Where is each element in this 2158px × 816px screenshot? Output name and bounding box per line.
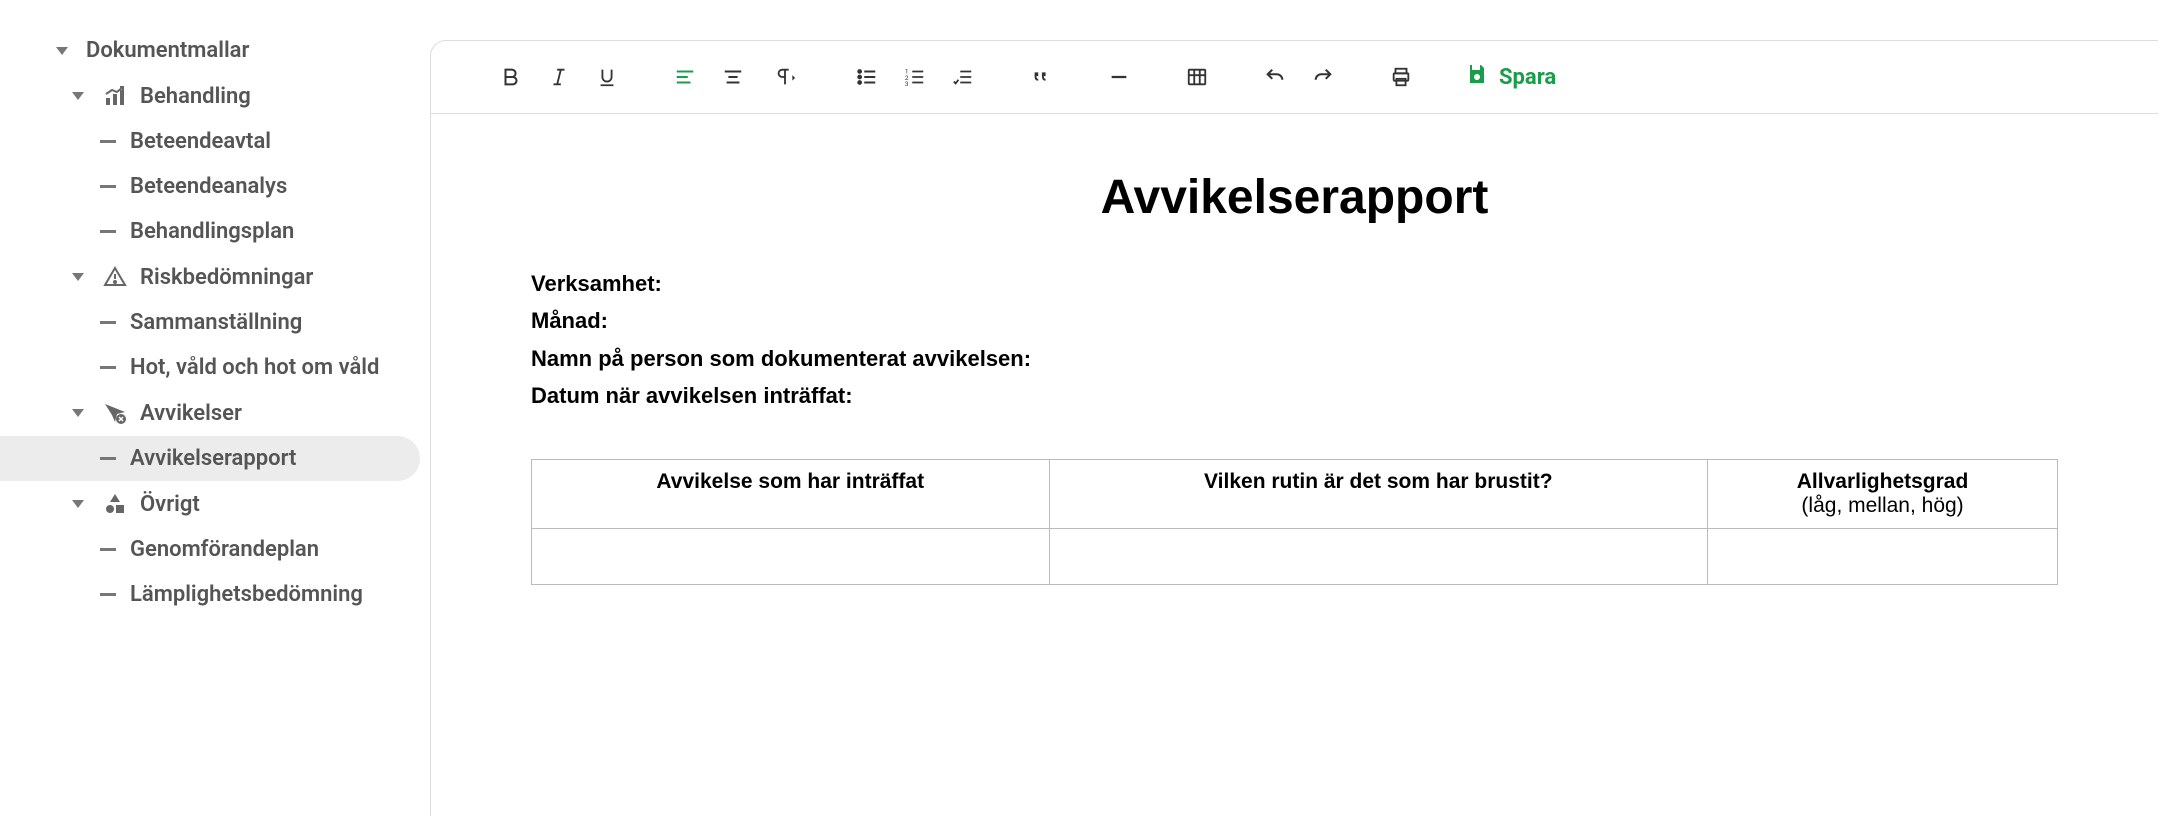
dash-icon [100, 548, 116, 551]
tree-leaf[interactable]: Genomförandeplan [0, 527, 430, 572]
chevron-down-icon [68, 494, 88, 514]
italic-button[interactable] [535, 53, 583, 101]
underline-button[interactable] [583, 53, 631, 101]
paper-plane-x-icon [102, 400, 128, 426]
warning-icon [102, 264, 128, 290]
tree-leaf[interactable]: Beteendeavtal [0, 119, 430, 164]
dash-icon [100, 321, 116, 324]
table-cell[interactable] [1049, 528, 1708, 584]
tree-leaf[interactable]: Beteendeanalys [0, 164, 430, 209]
dash-icon [100, 140, 116, 143]
dash-icon [100, 457, 116, 460]
quote-button[interactable] [1017, 53, 1065, 101]
tree-leaf[interactable]: Hot, våld och hot om våld [0, 345, 430, 390]
bold-button[interactable] [487, 53, 535, 101]
leaf-label: Lämplighetsbedömning [130, 582, 363, 607]
leaf-label: Genomförandeplan [130, 537, 319, 562]
tree-root[interactable]: Dokumentmallar [0, 28, 430, 73]
print-button[interactable] [1377, 53, 1425, 101]
tree-leaf[interactable]: Lämplighetsbedömning [0, 572, 430, 617]
chevron-down-icon [52, 41, 72, 61]
numbered-list-button[interactable]: 123 [891, 53, 939, 101]
toolbar: 123 Spara [431, 41, 2158, 114]
tree-section[interactable]: Övrigt [0, 481, 430, 527]
field-label: Verksamhet: [531, 265, 2058, 302]
chevron-down-icon [68, 267, 88, 287]
shapes-icon [102, 491, 128, 517]
table-header: Avvikelse som har inträffat [532, 459, 1050, 528]
leaf-label: Avvikelserapport [130, 446, 296, 471]
tree-section[interactable]: Behandling [0, 73, 430, 119]
chevron-down-icon [68, 86, 88, 106]
leaf-label: Hot, våld och hot om våld [130, 355, 379, 380]
section-label: Riskbedömningar [140, 265, 313, 290]
save-icon [1465, 62, 1489, 92]
field-label: Månad: [531, 302, 2058, 339]
save-label: Spara [1499, 65, 1556, 90]
paragraph-direction-button[interactable] [757, 53, 813, 101]
dash-icon [100, 185, 116, 188]
dash-icon [100, 230, 116, 233]
root-label: Dokumentmallar [86, 38, 249, 63]
section-label: Övrigt [140, 492, 200, 517]
horizontal-rule-button[interactable] [1095, 53, 1143, 101]
table-header: Vilken rutin är det som har brustit? [1049, 459, 1708, 528]
field-label: Datum när avvikelsen inträffat: [531, 377, 2058, 414]
field-label: Namn på person som dokumenterat avvikels… [531, 340, 2058, 377]
document-area[interactable]: Avvikelserapport Verksamhet:Månad:Namn p… [431, 114, 2158, 816]
save-button[interactable]: Spara [1455, 62, 1566, 92]
svg-text:3: 3 [905, 80, 909, 88]
leaf-label: Beteendeavtal [130, 129, 271, 154]
leaf-label: Behandlingsplan [130, 219, 294, 244]
sidebar: Dokumentmallar Behandling Beteendeavtal Be… [0, 0, 430, 816]
table-row[interactable] [532, 528, 2058, 584]
chart-icon [102, 83, 128, 109]
section-label: Behandling [140, 84, 251, 109]
undo-button[interactable] [1251, 53, 1299, 101]
table-header: Allvarlighetsgrad(låg, mellan, hög) [1708, 459, 2058, 528]
document-table[interactable]: Avvikelse som har inträffatVilken rutin … [531, 459, 2058, 585]
redo-button[interactable] [1299, 53, 1347, 101]
bullet-list-button[interactable] [843, 53, 891, 101]
dash-icon [100, 593, 116, 596]
tree-section[interactable]: Avvikelser [0, 390, 430, 436]
document-title: Avvikelserapport [531, 170, 2058, 225]
tree-leaf[interactable]: Avvikelserapport [0, 436, 420, 481]
table-button[interactable] [1173, 53, 1221, 101]
editor-panel: 123 Spara Avvikelserapport Verksamhet:Må… [430, 40, 2158, 816]
dash-icon [100, 366, 116, 369]
leaf-label: Sammanställning [130, 310, 302, 335]
table-cell[interactable] [1708, 528, 2058, 584]
align-center-button[interactable] [709, 53, 757, 101]
tree-section[interactable]: Riskbedömningar [0, 254, 430, 300]
tree-leaf[interactable]: Sammanställning [0, 300, 430, 345]
leaf-label: Beteendeanalys [130, 174, 287, 199]
tree-leaf[interactable]: Behandlingsplan [0, 209, 430, 254]
align-left-button[interactable] [661, 53, 709, 101]
section-label: Avvikelser [140, 401, 242, 426]
checklist-button[interactable] [939, 53, 987, 101]
chevron-down-icon [68, 403, 88, 423]
table-cell[interactable] [532, 528, 1050, 584]
